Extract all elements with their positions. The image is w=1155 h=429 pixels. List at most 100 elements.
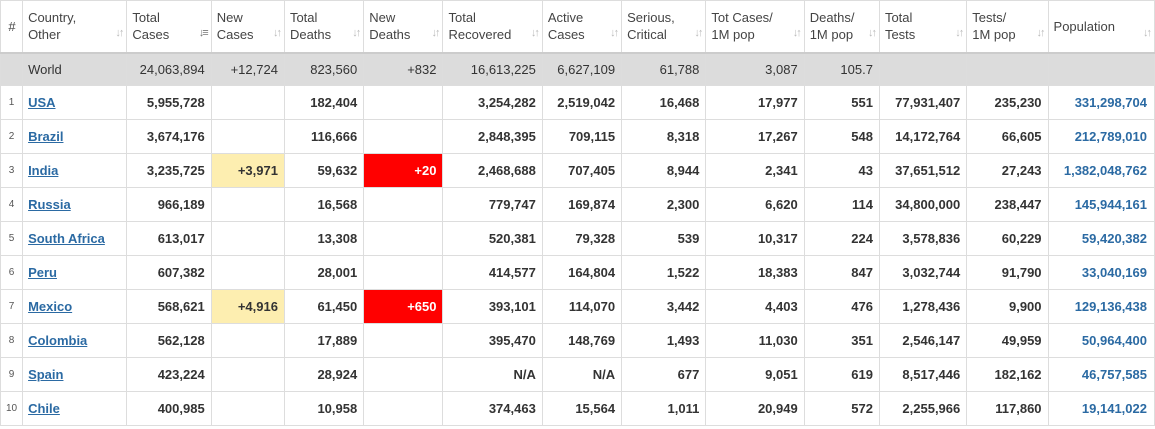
sort-arrows-icon[interactable]: ↓↑ — [793, 25, 802, 42]
total-tests-cell: 8,517,446 — [878, 357, 968, 392]
active-cases-cell: 15,564 — [541, 391, 623, 426]
total-tests-cell: 2,255,966 — [878, 391, 968, 426]
col-header-total-recovered[interactable]: Total Recovered ↓↑ — [442, 0, 543, 54]
deaths-1m-cell: 548 — [803, 119, 880, 154]
sort-arrows-icon[interactable]: ↓↑ — [610, 25, 619, 42]
new-cases-cell — [210, 119, 285, 154]
sort-arrows-icon[interactable]: ↓↑ — [352, 25, 361, 42]
population-cell[interactable]: 1,382,048,762 — [1047, 153, 1155, 188]
col-header-serious[interactable]: Serious, Critical ↓↑ — [621, 0, 707, 54]
col-header-total-deaths[interactable]: Total Deaths ↓↑ — [283, 0, 365, 54]
new-cases-cell — [210, 85, 285, 120]
col-header-total-cases[interactable]: Total Cases ↓≡ — [126, 0, 212, 54]
population-cell[interactable]: 129,136,438 — [1047, 289, 1155, 324]
col-header-idx[interactable]: # — [0, 0, 24, 54]
total-tests-cell: 3,032,744 — [878, 255, 968, 290]
col-header-new-deaths[interactable]: New Deaths ↓↑ — [363, 0, 444, 54]
row-index: 8 — [0, 323, 24, 358]
col-header-total-tests[interactable]: Total Tests ↓↑ — [878, 0, 968, 54]
sort-arrows-icon[interactable]: ↓↑ — [955, 25, 964, 42]
total-recovered-cell: 393,101 — [442, 289, 543, 324]
population-cell[interactable]: 50,964,400 — [1047, 323, 1155, 358]
total-deaths-cell: 10,958 — [283, 391, 365, 426]
country-link[interactable]: USA — [28, 95, 55, 110]
col-header-label: Deaths — [289, 27, 332, 43]
country-link[interactable]: Chile — [28, 401, 60, 416]
serious-critical-cell: 8,944 — [621, 153, 707, 188]
sort-arrows-icon[interactable]: ↓↑ — [531, 25, 540, 42]
col-header-new-cases[interactable]: New Cases ↓↑ — [210, 0, 285, 54]
new-deaths-cell — [363, 187, 444, 222]
total-deaths-cell: 28,924 — [283, 357, 365, 392]
country-cell: USA — [22, 85, 128, 120]
total-recovered-cell: 374,463 — [442, 391, 543, 426]
new-deaths-cell: +650 — [363, 289, 444, 324]
country-cell: South Africa — [22, 221, 128, 256]
deaths-1m-cell: 847 — [803, 255, 880, 290]
sort-arrows-icon[interactable]: ↓↑ — [115, 25, 124, 42]
table-row: 3 India 3,235,725 +3,971 59,632 +20 2,468,688 7… — [0, 153, 1155, 188]
col-header-population[interactable]: Population ↓↑ — [1047, 0, 1155, 54]
total-recovered-cell: 3,254,282 — [442, 85, 543, 120]
sort-arrows-icon[interactable]: ↓≡ — [199, 25, 209, 42]
serious-critical-cell: 3,442 — [621, 289, 707, 324]
population-cell[interactable]: 33,040,169 — [1047, 255, 1155, 290]
col-header-label: Deaths — [369, 27, 411, 43]
total-tests-cell: 37,651,512 — [878, 153, 968, 188]
sort-arrows-icon[interactable]: ↓↑ — [694, 25, 703, 42]
population-cell[interactable]: 46,757,585 — [1047, 357, 1155, 392]
country-link[interactable]: Peru — [28, 265, 57, 280]
total-deaths-cell: 59,632 — [283, 153, 365, 188]
total-cases-cell: 24,063,894 — [126, 52, 212, 86]
total-recovered-cell: 2,468,688 — [442, 153, 543, 188]
country-link[interactable]: Russia — [28, 197, 71, 212]
row-index: 7 — [0, 289, 24, 324]
table-row: 9 Spain 423,224 28,924 N/A N/A 677 9,051 619 8,51… — [0, 357, 1155, 392]
tot-cases-1m-cell: 3,087 — [705, 52, 805, 86]
row-index: 5 — [0, 221, 24, 256]
col-header-label: # — [8, 18, 16, 34]
serious-critical-cell: 1,493 — [621, 323, 707, 358]
deaths-1m-cell: 105.7 — [803, 52, 880, 86]
col-header-label: Tot Cases/ — [711, 10, 773, 26]
active-cases-cell: 164,804 — [541, 255, 623, 290]
sort-arrows-icon[interactable]: ↓↑ — [273, 25, 282, 42]
total-recovered-cell: 414,577 — [442, 255, 543, 290]
country-link[interactable]: South Africa — [28, 231, 105, 246]
col-header-label: Tests/ — [972, 10, 1007, 26]
table-row: 10 Chile 400,985 10,958 374,463 15,564 1,011 20… — [0, 391, 1155, 426]
sort-arrows-icon[interactable]: ↓↑ — [868, 25, 877, 42]
col-header-label: Total — [884, 10, 913, 26]
total-cases-cell: 5,955,728 — [126, 85, 212, 120]
country-link[interactable]: Colombia — [28, 333, 87, 348]
col-header-tot-cases-1m[interactable]: Tot Cases/1M pop ↓↑ — [705, 0, 805, 54]
row-index: 2 — [0, 119, 24, 154]
deaths-1m-cell: 43 — [803, 153, 880, 188]
country-cell: Colombia — [22, 323, 128, 358]
serious-critical-cell: 677 — [621, 357, 707, 392]
col-header-label: Total — [289, 10, 318, 26]
sort-arrows-icon[interactable]: ↓↑ — [1037, 25, 1046, 42]
col-header-label: Active — [547, 10, 584, 26]
sort-arrows-icon[interactable]: ↓↑ — [431, 25, 440, 42]
country-link[interactable]: Brazil — [28, 129, 63, 144]
population-cell[interactable]: 331,298,704 — [1047, 85, 1155, 120]
population-cell[interactable]: 59,420,382 — [1047, 221, 1155, 256]
tests-1m-cell: 66,605 — [966, 119, 1049, 154]
new-deaths-cell — [363, 221, 444, 256]
population-cell[interactable]: 145,944,161 — [1047, 187, 1155, 222]
total-cases-cell: 568,621 — [126, 289, 212, 324]
country-link[interactable]: India — [28, 163, 58, 178]
population-cell[interactable]: 19,141,022 — [1047, 391, 1155, 426]
col-header-country[interactable]: Country, Other ↓↑ — [22, 0, 128, 54]
sort-arrows-icon[interactable]: ↓↑ — [1143, 25, 1152, 42]
col-header-tests-1m[interactable]: Tests/1M pop ↓↑ — [966, 0, 1049, 54]
new-deaths-cell — [363, 323, 444, 358]
col-header-deaths-1m[interactable]: Deaths/1M pop ↓↑ — [803, 0, 880, 54]
col-header-active-cases[interactable]: Active Cases ↓↑ — [541, 0, 623, 54]
country-link[interactable]: Spain — [28, 367, 63, 382]
population-cell[interactable]: 212,789,010 — [1047, 119, 1155, 154]
col-header-label: New — [216, 10, 243, 26]
total-deaths-cell: 182,404 — [283, 85, 365, 120]
country-link[interactable]: Mexico — [28, 299, 72, 314]
